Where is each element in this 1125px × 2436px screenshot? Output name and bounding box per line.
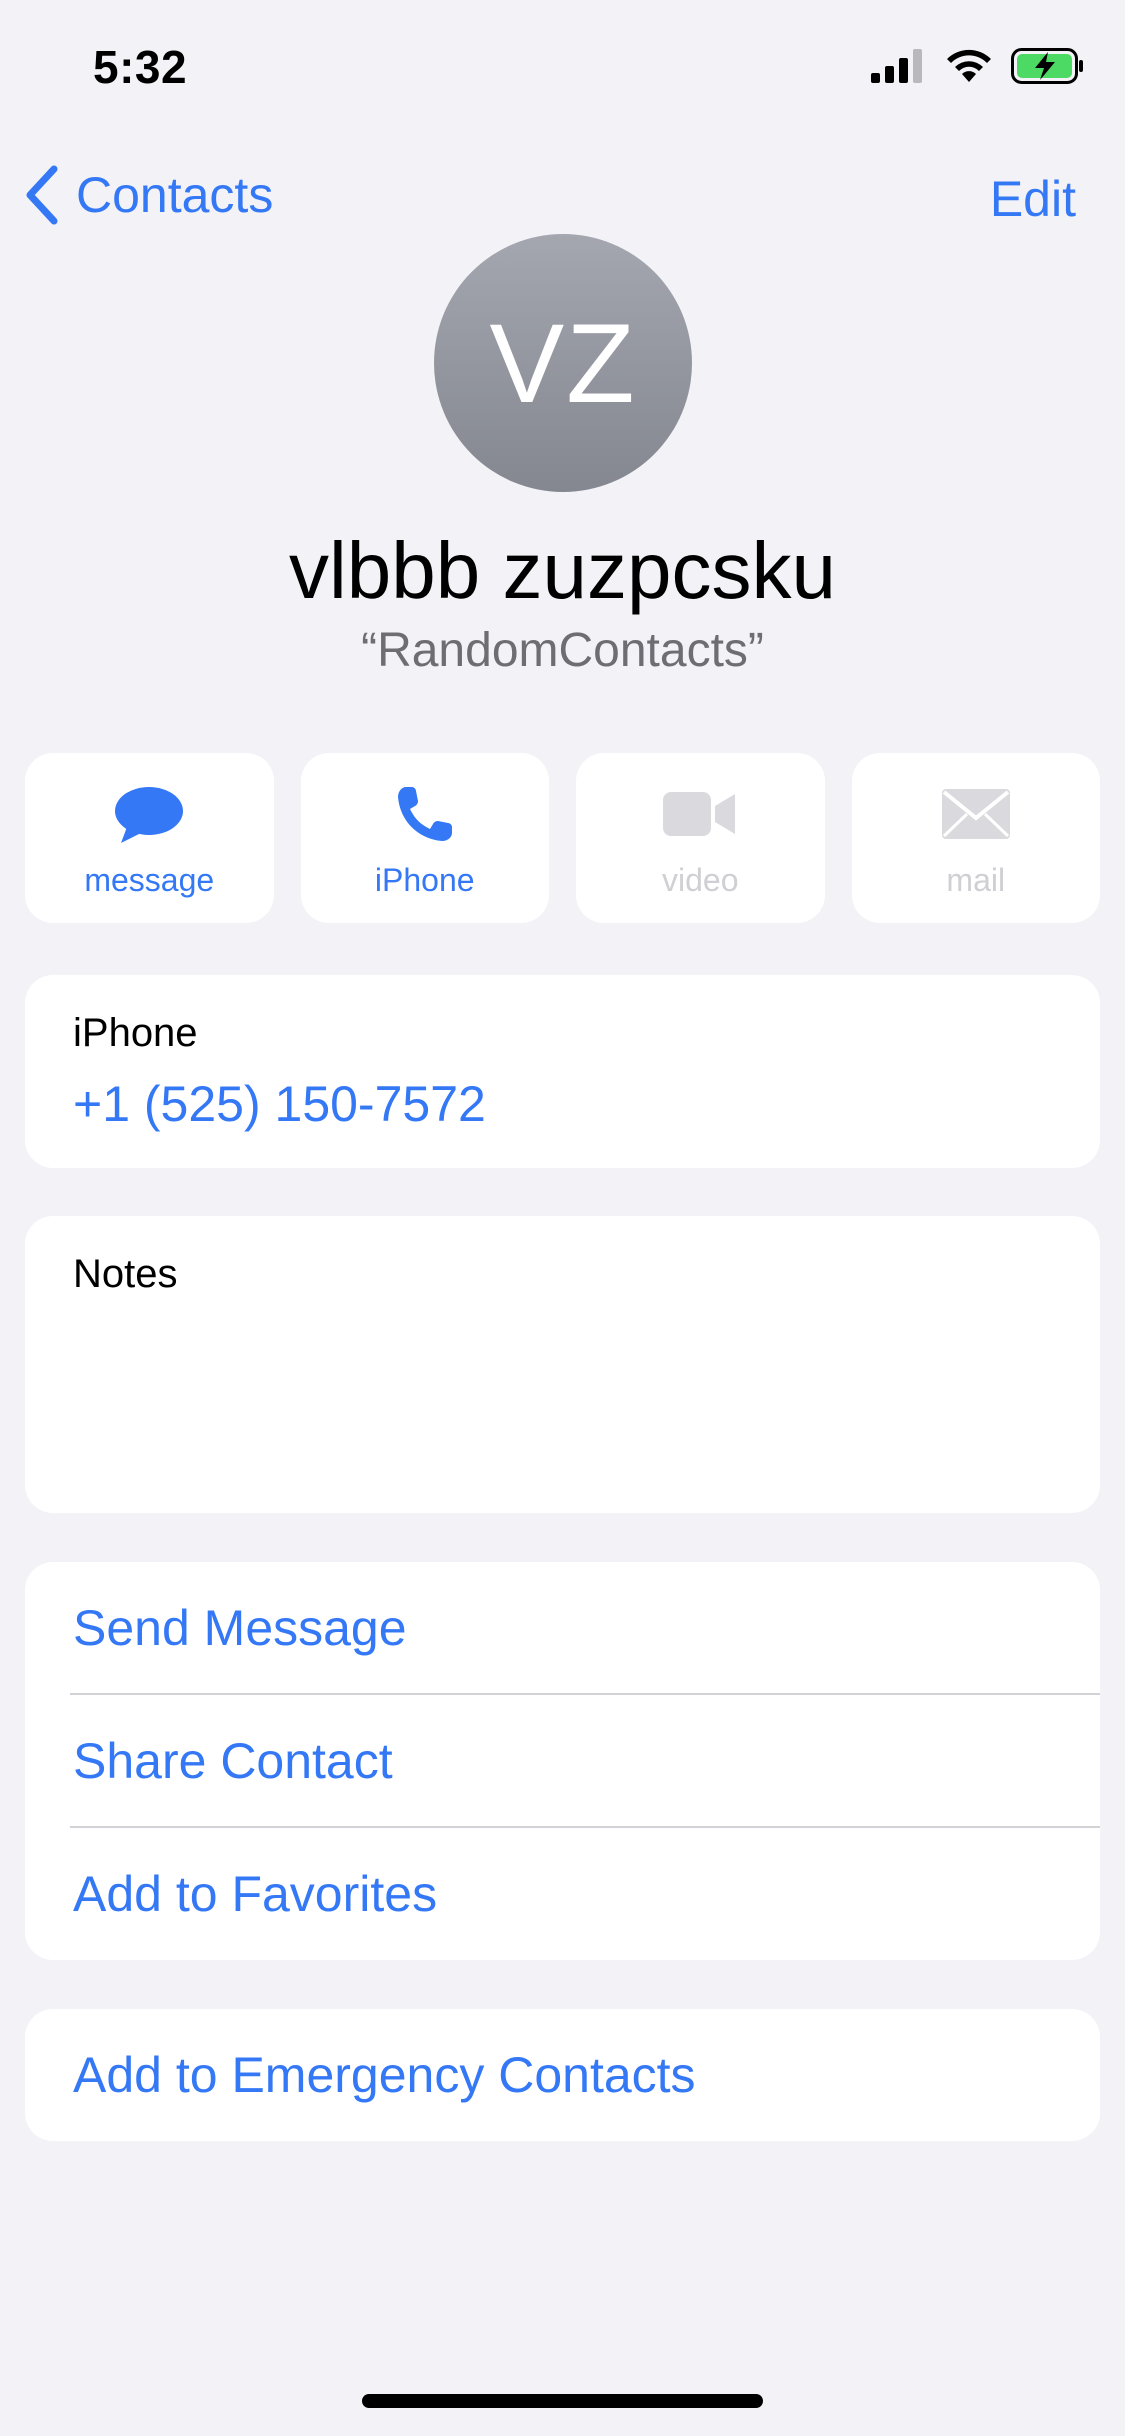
notes-label: Notes [73,1252,178,1296]
message-bubble-icon [109,778,189,850]
call-action-button[interactable]: iPhone [300,753,549,923]
quick-actions: message iPhone video mail [25,753,1100,923]
video-action-label: video [662,861,739,898]
video-camera-icon [660,778,740,850]
notes-card[interactable]: Notes [25,1216,1100,1513]
edit-button[interactable]: Edit [990,170,1076,228]
phone-number-link[interactable]: +1 (525) 150-7572 [73,1075,486,1133]
avatar: VZ [434,234,692,492]
message-action-button[interactable]: message [25,753,274,923]
phone-icon [385,778,465,850]
call-action-label: iPhone [374,861,475,898]
battery-charging-icon [1011,48,1083,84]
mail-action-button: mail [851,753,1100,923]
home-indicator[interactable] [362,2394,763,2408]
cellular-signal-icon [871,49,922,83]
message-action-label: message [84,861,215,898]
add-to-favorites-button[interactable]: Add to Favorites [73,1828,1100,1960]
share-contact-button[interactable]: Share Contact [73,1695,1100,1827]
mail-action-label: mail [946,861,1006,898]
send-message-button[interactable]: Send Message [73,1562,1100,1694]
emergency-card: Add to Emergency Contacts [25,2009,1100,2141]
status-icons [871,48,1085,84]
avatar-initials: VZ [489,300,637,426]
envelope-icon [936,778,1016,850]
contact-actions-card: Send Message Share Contact Add to Favori… [25,1562,1100,1960]
add-to-emergency-contacts-button[interactable]: Add to Emergency Contacts [73,2009,696,2141]
phone-label: iPhone [73,1011,198,1055]
video-action-button: video [576,753,825,923]
back-button-label: Contacts [76,167,274,223]
phone-card: iPhone +1 (525) 150-7572 [25,975,1100,1168]
contact-name: vlbbb zuzpcsku [289,526,836,615]
chevron-left-icon [26,165,58,225]
status-time: 5:32 [93,41,188,93]
back-button[interactable]: Contacts [24,165,273,225]
wifi-icon [947,49,991,82]
contact-subtitle: “RandomContacts” [361,624,764,677]
